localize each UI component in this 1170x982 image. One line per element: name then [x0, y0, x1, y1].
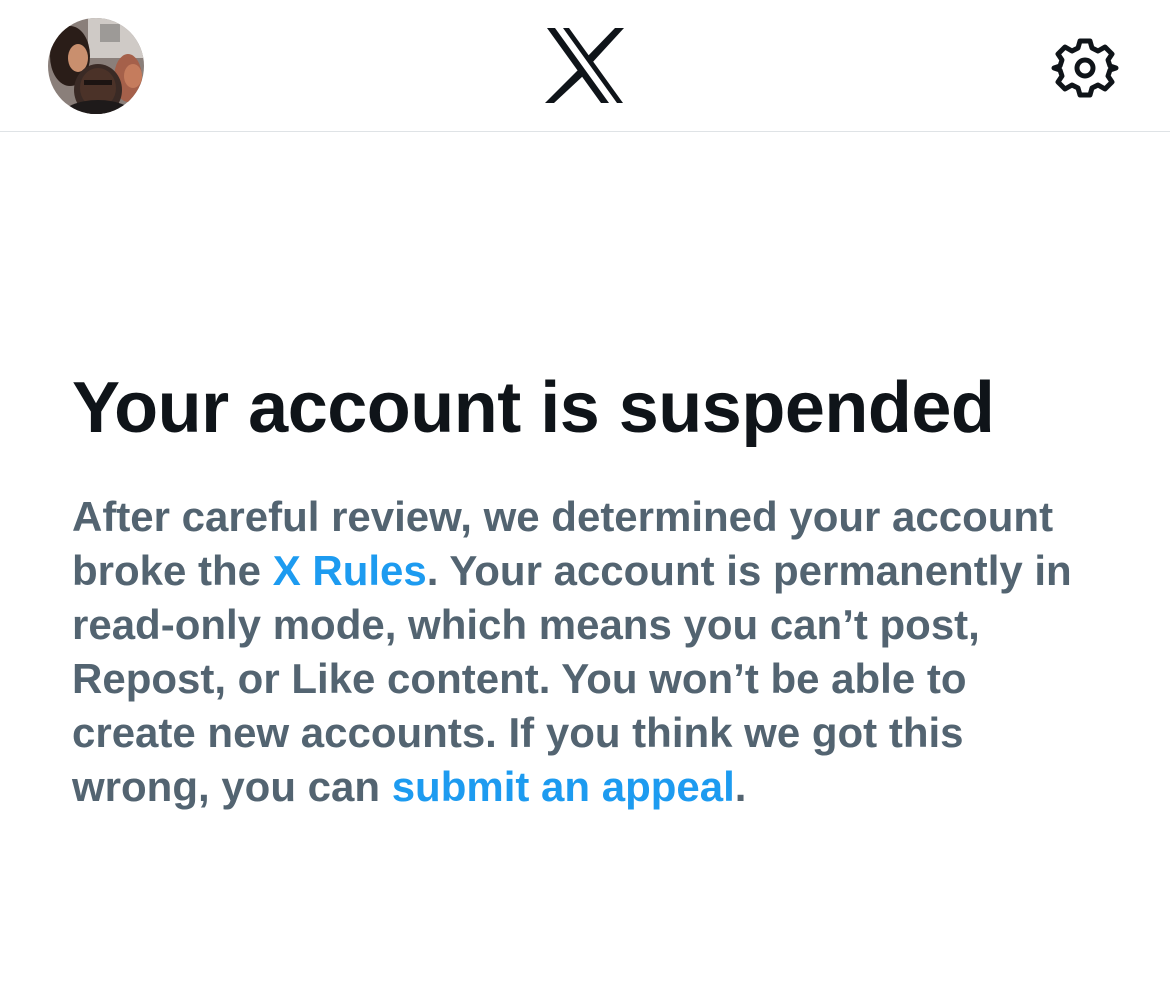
gear-icon[interactable] — [1050, 33, 1120, 103]
top-navigation-bar — [0, 0, 1170, 132]
profile-avatar[interactable] — [48, 18, 144, 114]
page-title: Your account is suspended — [72, 368, 995, 448]
suspension-message: After careful review, we determined your… — [72, 490, 1082, 814]
submit-appeal-link[interactable]: submit an appeal — [392, 763, 735, 810]
avatar-photo-icon — [48, 18, 144, 114]
x-rules-link[interactable]: X Rules — [273, 547, 427, 594]
x-logo-icon[interactable] — [545, 28, 625, 103]
message-text-end: . — [734, 763, 747, 810]
